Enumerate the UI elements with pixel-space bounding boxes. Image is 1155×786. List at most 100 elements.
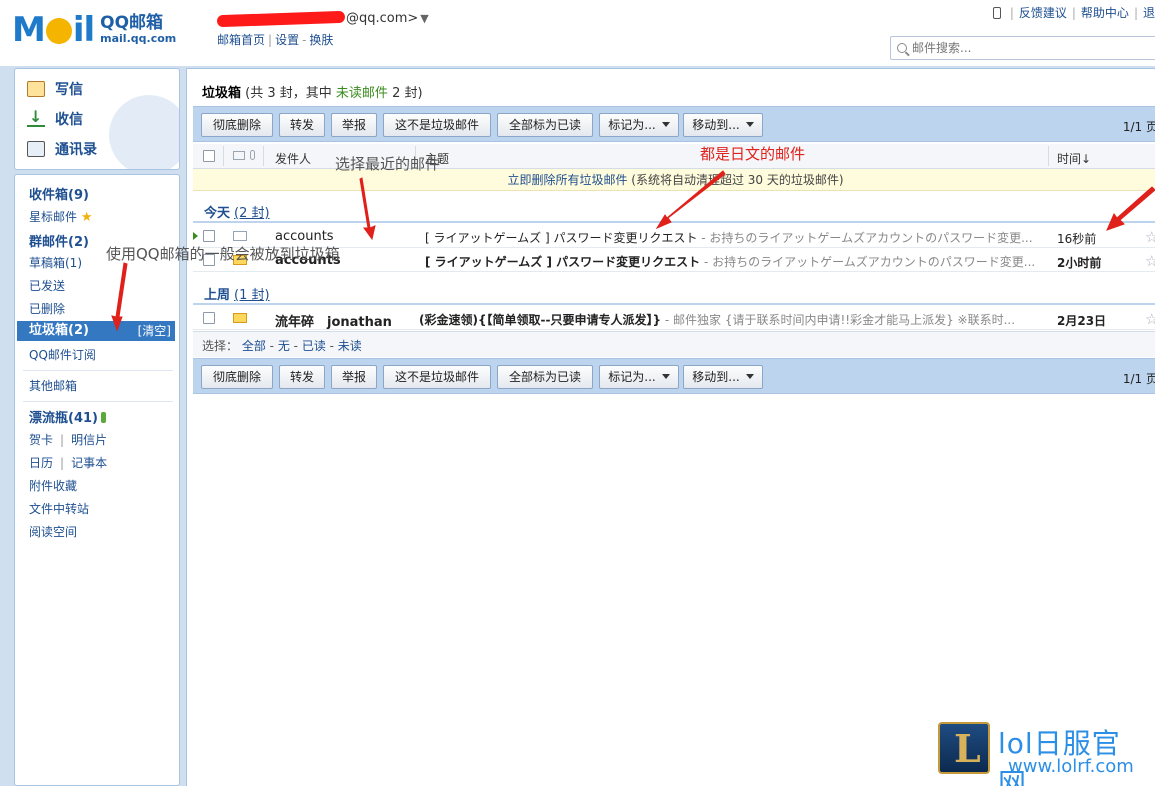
sidebar-item-drafts[interactable]: 草稿箱(1): [29, 254, 82, 271]
sidebar-item-attachments[interactable]: 附件收藏: [29, 477, 77, 494]
chevron-down-icon: [745, 122, 754, 127]
logo-qq-text: QQ邮箱: [100, 13, 164, 34]
row-subject: [ ライアットゲームズ ] パスワード変更リクエスト - お持ちのライアットゲー…: [425, 255, 1036, 269]
header: Mil QQ邮箱 mail.qq.com @qq.com> ▼ 邮箱首页 | 设置 -…: [0, 0, 1155, 66]
sidebar-item-card[interactable]: 贺卡: [29, 433, 53, 447]
sidebar-item-inbox[interactable]: 收件箱(9): [29, 184, 89, 203]
folder-title: 垃圾箱 (共 3 封，其中 未读邮件 2 封): [202, 86, 423, 101]
sidebar-item-starred[interactable]: 星标邮件 ★: [29, 208, 93, 225]
sidebar-item-subscriptions[interactable]: QQ邮件订阅: [29, 346, 96, 363]
mail-list-panel: 垃圾箱 (共 3 封，其中 未读邮件 2 封) 彻底删除 转发 举报 这不是垃圾…: [186, 68, 1155, 786]
receive-button[interactable]: 收信: [27, 107, 83, 130]
sidebar-item-transfer[interactable]: 文件中转站: [29, 500, 89, 517]
user-account[interactable]: @qq.com> ▼: [216, 10, 429, 27]
row-sender: 流年碎 jonathan: [275, 315, 392, 330]
unread-count-label[interactable]: 未读邮件: [336, 86, 388, 101]
group-count-link[interactable]: (1 封): [234, 288, 270, 303]
delete-all-spam-link[interactable]: 立即删除所有垃圾邮件: [507, 173, 627, 187]
qq-penguin-icon: [109, 95, 179, 169]
select-read-link[interactable]: 已读: [302, 339, 326, 353]
forward-button[interactable]: 转发: [279, 113, 325, 137]
row-time: 2小时前: [1057, 256, 1102, 270]
sidebar-item-reading[interactable]: 阅读空间: [29, 523, 77, 540]
not-spam-button[interactable]: 这不是垃圾邮件: [383, 365, 491, 389]
select-unread-link[interactable]: 未读: [338, 339, 362, 353]
search-input[interactable]: [912, 41, 1142, 55]
row-subject: (彩金速领){【简单领取--只要申请专人派发】} - 邮件独家 {请于联系时间内…: [419, 313, 1016, 327]
sidebar-item-spam[interactable]: 垃圾箱(2) [清空]: [17, 321, 175, 341]
logo-letters-il: il: [72, 10, 95, 50]
bell-icon: [45, 18, 72, 44]
header-links: 邮箱首页 | 设置 - 换肤: [217, 33, 334, 47]
chevron-down-icon: [745, 374, 754, 379]
star-icon[interactable]: ☆: [1145, 252, 1155, 270]
forward-button[interactable]: 转发: [279, 365, 325, 389]
move-to-dropdown[interactable]: 移动到...: [683, 113, 763, 137]
sidebar-item-bottle[interactable]: 漂流瓶(41): [29, 407, 106, 426]
skin-link[interactable]: 换肤: [309, 33, 333, 47]
not-spam-button[interactable]: 这不是垃圾邮件: [383, 113, 491, 137]
group-count-link[interactable]: (2 封): [234, 206, 270, 221]
annotation-all-japanese: 都是日文的邮件: [700, 145, 806, 163]
watermark-url: www.lolrf.com: [1008, 756, 1134, 777]
write-icon: [27, 81, 45, 97]
sidebar-item-other[interactable]: 其他邮箱: [29, 377, 77, 394]
delete-forever-button[interactable]: 彻底删除: [201, 365, 273, 389]
divider: [23, 370, 173, 371]
help-link[interactable]: 帮助中心: [1081, 4, 1129, 21]
mail-home-link[interactable]: 邮箱首页: [217, 33, 265, 47]
mark-all-read-button[interactable]: 全部标为已读: [497, 113, 593, 137]
report-button[interactable]: 举报: [331, 365, 377, 389]
table-row[interactable]: 流年碎 jonathan (彩金速领){【简单领取--只要申请专人派发】} - …: [193, 306, 1155, 330]
sidebar-item-deleted[interactable]: 已删除: [29, 300, 65, 317]
select-none-link[interactable]: 无: [278, 339, 290, 353]
settings-link[interactable]: 设置: [275, 33, 299, 47]
bottle-icon: [100, 412, 106, 423]
toolbar-top: 彻底删除 转发 举报 这不是垃圾邮件 全部标为已读 标记为... 移动到... …: [193, 106, 1155, 142]
column-sender[interactable]: 发件人: [275, 150, 311, 167]
toolbar-bottom: 彻底删除 转发 举报 这不是垃圾邮件 全部标为已读 标记为... 移动到... …: [193, 358, 1155, 394]
row-time: 16秒前: [1057, 232, 1097, 246]
phone-icon[interactable]: [992, 6, 1001, 19]
delete-forever-button[interactable]: 彻底删除: [201, 113, 273, 137]
sidebar-actions: 写信 收信 通讯录: [14, 68, 180, 170]
row-time: 2月23日: [1057, 314, 1107, 328]
folder-name: 垃圾箱: [202, 86, 242, 101]
chevron-down-icon[interactable]: ▼: [420, 12, 428, 25]
row-checkbox[interactable]: [203, 312, 215, 324]
logo-url-text: mail.qq.com: [100, 32, 177, 46]
move-to-dropdown[interactable]: 移动到...: [683, 365, 763, 389]
column-time[interactable]: 时间↓: [1057, 150, 1091, 167]
sidebar-item-calendar[interactable]: 日历: [29, 456, 53, 470]
envelope-icon: [233, 151, 245, 160]
envelope-open-icon: [233, 231, 247, 241]
logo-letter-m: M: [12, 10, 46, 50]
divider: [23, 401, 173, 402]
search-box[interactable]: [890, 36, 1155, 60]
feedback-link[interactable]: 反馈建议: [1019, 4, 1067, 21]
sidebar-item-group[interactable]: 群邮件(2): [29, 231, 89, 250]
select-all-link[interactable]: 全部: [242, 339, 266, 353]
sidebar-item-sent[interactable]: 已发送: [29, 277, 65, 294]
pager: 1/1 页: [1122, 372, 1155, 386]
top-right-links: | 反馈建议 | 帮助中心 | 退: [992, 4, 1155, 21]
mark-all-read-button[interactable]: 全部标为已读: [497, 365, 593, 389]
mark-as-dropdown[interactable]: 标记为...: [599, 365, 679, 389]
chevron-down-icon: [661, 374, 670, 379]
write-button[interactable]: 写信: [27, 78, 83, 100]
row-checkbox[interactable]: [203, 230, 215, 242]
contacts-button[interactable]: 通讯录: [27, 138, 97, 160]
logout-link[interactable]: 退: [1143, 4, 1155, 21]
qq-mail-logo[interactable]: Mil QQ邮箱 mail.qq.com: [12, 10, 176, 50]
mark-as-dropdown[interactable]: 标记为...: [599, 113, 679, 137]
report-button[interactable]: 举报: [331, 113, 377, 137]
folder-list: 收件箱(9) 星标邮件 ★ 群邮件(2) 草稿箱(1) 已发送 已删除 垃圾箱(…: [14, 174, 180, 786]
pager: 1/1 页: [1122, 120, 1155, 134]
clear-spam-link[interactable]: [清空]: [138, 321, 171, 341]
star-icon[interactable]: ☆: [1145, 310, 1155, 328]
chevron-down-icon: [661, 122, 670, 127]
sidebar-item-postcard[interactable]: 明信片: [71, 433, 107, 447]
sidebar-item-notes[interactable]: 记事本: [71, 456, 107, 470]
select-all-checkbox[interactable]: [203, 150, 215, 162]
star-icon[interactable]: ☆: [1145, 228, 1155, 246]
